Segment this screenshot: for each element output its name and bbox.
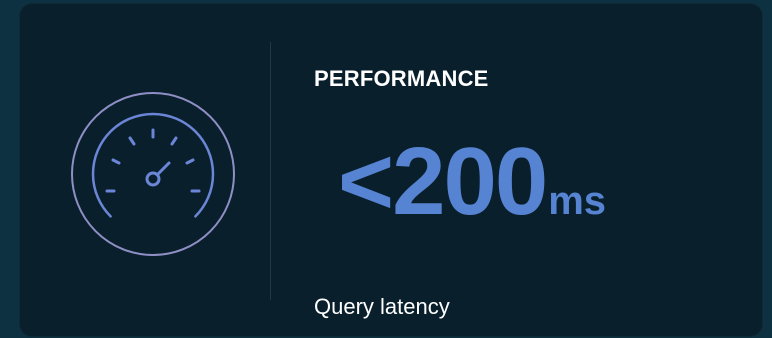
divider [270,42,271,300]
metric-unit: ms [548,179,607,223]
metric-caption: Query latency [314,294,450,319]
latency-metric: <200ms [338,134,606,230]
performance-card: PERFORMANCE <200ms Query latency [20,4,762,336]
speedometer-icon [70,91,236,257]
metric-value: <200 [338,128,548,235]
card-title: PERFORMANCE [314,66,489,91]
